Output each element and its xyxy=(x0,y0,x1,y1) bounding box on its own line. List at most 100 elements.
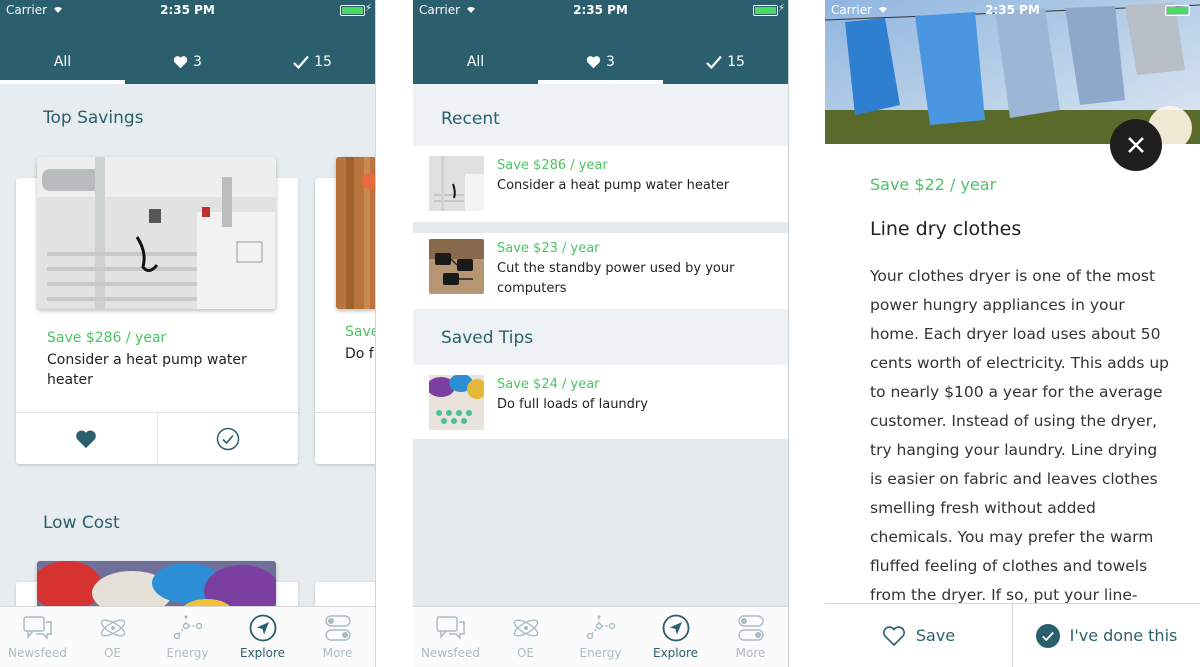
tip-savings: Save $286 / year xyxy=(47,330,167,346)
screen-divider xyxy=(375,0,376,667)
battery-icon xyxy=(340,5,365,16)
list-item[interactable]: Save $23 / year Cut the standby power us… xyxy=(413,233,788,309)
tip-title: Consider a heat pump water heater xyxy=(497,178,730,193)
tip-description: Your clothes dryer is one of the most po… xyxy=(870,267,1170,633)
nav-oe[interactable]: OE xyxy=(488,607,563,667)
clock: 2:35 PM xyxy=(985,3,1040,17)
nav-energy[interactable]: Energy xyxy=(150,607,225,667)
battery-icon xyxy=(753,5,778,16)
status-bar: Carrier 2:35 PM xyxy=(825,0,1200,20)
favorites-count: 3 xyxy=(193,54,202,70)
battery-icon xyxy=(1165,5,1190,16)
tab-favorites[interactable]: 3 xyxy=(538,40,663,84)
check-icon xyxy=(706,55,722,69)
compass-icon xyxy=(662,614,689,642)
tip-title: Consider a heat pump water heater xyxy=(47,352,247,388)
heart-icon xyxy=(173,56,188,69)
clock: 2:35 PM xyxy=(160,3,215,17)
detail-action-bar: Save I've done this xyxy=(825,603,1200,667)
save-tip-button[interactable]: Save xyxy=(825,604,1012,667)
nav-oe[interactable]: OE xyxy=(75,607,150,667)
nav-newsfeed[interactable]: Newsfeed xyxy=(413,607,488,667)
toggles-icon xyxy=(324,615,351,641)
nav-energy-label: Energy xyxy=(166,646,209,660)
tab-favorites[interactable]: 3 xyxy=(125,40,250,84)
done-tip-button[interactable]: I've done this xyxy=(1012,604,1200,667)
nav-more-label: More xyxy=(735,646,766,660)
nav-explore[interactable]: Explore xyxy=(225,607,300,667)
bottom-nav: Newsfeed OE Energy Explore More xyxy=(0,606,375,667)
bottom-nav: Newsfeed OE Energy Explore More xyxy=(413,606,788,667)
tip-title: Do full loads of laundry xyxy=(497,397,648,412)
laundry-thumb xyxy=(429,375,484,430)
toggles-icon xyxy=(737,615,764,641)
nav-newsfeed-label: Newsfeed xyxy=(7,646,68,660)
explore-favorites-screen: All 3 15 Carrier 2:35 PM ⚡ Recent Save $… xyxy=(413,0,788,667)
section-header-saved: Saved Tips xyxy=(413,309,788,365)
section-title-recent: Recent xyxy=(441,109,500,129)
save-tip-label: Save xyxy=(915,626,956,645)
tip-savings: Save $22 / year xyxy=(870,175,997,194)
tip-savings: Save $24 / year xyxy=(497,377,600,392)
tip-title: Do f xyxy=(345,346,374,362)
network-icon xyxy=(586,615,615,640)
done-count: 15 xyxy=(314,54,332,70)
done-tip-label: I've done this xyxy=(1069,626,1178,645)
status-bar: Carrier 2:35 PM ⚡ xyxy=(413,0,788,20)
nav-more-label: More xyxy=(322,646,353,660)
tip-title: Line dry clothes xyxy=(870,218,1022,240)
atom-icon xyxy=(100,619,125,637)
favorites-count: 3 xyxy=(606,54,615,70)
tab-all-label: All xyxy=(53,54,72,70)
card-actions xyxy=(315,412,375,464)
charging-icon: ⚡ xyxy=(364,3,372,14)
done-count: 15 xyxy=(727,54,745,70)
tip-savings: Save $23 / year xyxy=(497,241,600,256)
heart-outline-icon xyxy=(882,625,905,646)
tip-title: Cut the standby power used by your compu… xyxy=(497,261,735,296)
close-button[interactable] xyxy=(1110,119,1162,171)
check-icon xyxy=(293,55,309,69)
water-heater-photo xyxy=(37,157,276,309)
nav-newsfeed[interactable]: Newsfeed xyxy=(0,607,75,667)
list-item[interactable]: Save $286 / year Consider a heat pump wa… xyxy=(413,146,788,222)
nav-more[interactable]: More xyxy=(300,607,375,667)
section-header-recent: Recent xyxy=(413,84,788,146)
card-actions xyxy=(16,412,298,464)
close-icon xyxy=(1128,137,1144,153)
nav-more[interactable]: More xyxy=(713,607,788,667)
heart-icon xyxy=(586,56,601,69)
nav-newsfeed-label: Newsfeed xyxy=(420,646,481,660)
chat-bubbles-icon xyxy=(435,616,465,640)
nav-oe-label: OE xyxy=(103,646,122,660)
nav-explore[interactable]: Explore xyxy=(638,607,713,667)
laundry-photo xyxy=(336,157,375,309)
screen-divider xyxy=(788,0,789,667)
atom-icon xyxy=(513,619,538,637)
section-title-saved-tips: Saved Tips xyxy=(441,328,534,348)
check-circle-filled-icon xyxy=(1035,623,1060,648)
nav-energy[interactable]: Energy xyxy=(563,607,638,667)
power-adapters-thumb xyxy=(429,239,484,294)
chat-bubbles-icon xyxy=(22,616,52,640)
tip-savings: Save $286 / year xyxy=(497,158,608,173)
water-heater-thumb xyxy=(429,156,484,211)
tab-done[interactable]: 15 xyxy=(663,40,788,84)
tab-all[interactable]: All xyxy=(413,40,538,84)
tab-all[interactable]: All xyxy=(0,40,125,84)
tab-all-label: All xyxy=(466,54,485,70)
favorite-button[interactable] xyxy=(16,413,157,464)
nav-energy-label: Energy xyxy=(579,646,622,660)
section-title-low-cost: Low Cost xyxy=(43,513,120,533)
nav-explore-label: Explore xyxy=(239,646,286,660)
tab-bar: All 3 15 xyxy=(0,40,375,84)
compass-icon xyxy=(249,614,276,642)
check-circle-icon xyxy=(216,427,239,450)
nav-oe-label: OE xyxy=(516,646,535,660)
status-bar: Carrier 2:35 PM ⚡ xyxy=(0,0,375,20)
mark-done-button[interactable] xyxy=(156,413,299,464)
tab-done[interactable]: 15 xyxy=(250,40,375,84)
network-icon xyxy=(173,615,202,640)
section-title-top-savings: Top Savings xyxy=(43,108,144,128)
list-item[interactable]: Save $24 / year Do full loads of laundry xyxy=(413,365,788,439)
